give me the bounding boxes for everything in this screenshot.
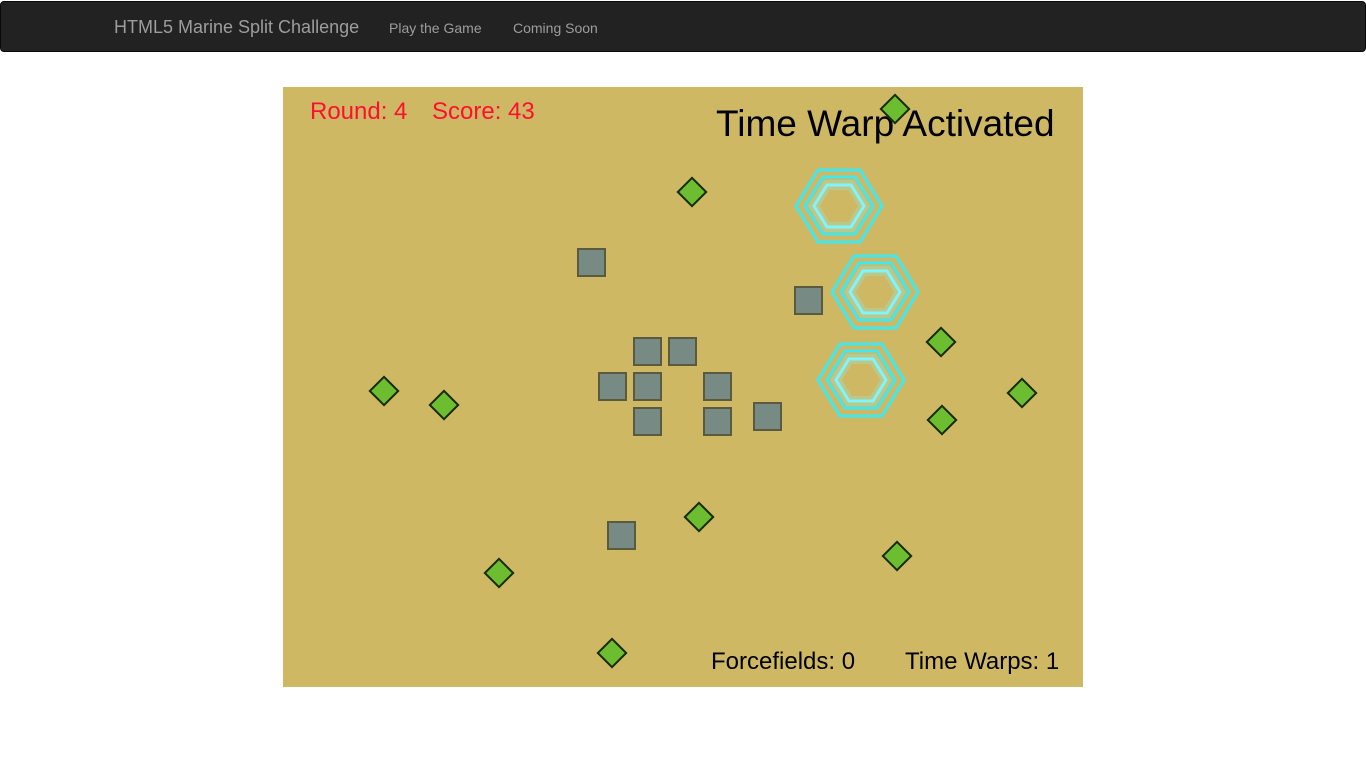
marine-diamond[interactable] [926,404,958,436]
marine-diamond[interactable] [428,389,460,421]
game-canvas[interactable]: Round: 4 Score: 43 Time Warp Activated F… [283,87,1083,687]
forcefields-counter: Forcefields: 0 [711,648,856,675]
brand-link[interactable]: HTML5 Marine Split Challenge [114,17,359,37]
score-label: Score: 43 [432,98,535,125]
marine-diamond[interactable] [368,375,400,407]
block [703,407,732,436]
marine-diamond[interactable] [483,557,515,589]
block [633,407,662,436]
marine-diamond[interactable] [881,540,913,572]
block [598,372,627,401]
nav-play-the-game[interactable]: Play the Game [389,18,482,38]
block [607,521,636,550]
forcefield-hexagon [794,168,884,244]
block [753,402,782,431]
block [794,286,823,315]
nav-coming-soon[interactable]: Coming Soon [513,18,598,38]
marine-diamond[interactable] [1006,377,1038,409]
forcefield-hexagon [816,342,906,418]
top-navbar: HTML5 Marine Split Challenge Play the Ga… [0,1,1366,52]
round-label: Round: 4 [310,98,408,125]
block [668,337,697,366]
marine-diamond[interactable] [925,326,957,358]
forcefield-hexagon [830,254,920,330]
block [703,372,732,401]
block [577,248,606,277]
marine-diamond[interactable] [683,501,715,533]
marine-diamond[interactable] [676,176,708,208]
marine-diamond[interactable] [596,637,628,669]
block [633,372,662,401]
time-warps-counter: Time Warps: 1 [905,648,1060,675]
block [633,337,662,366]
